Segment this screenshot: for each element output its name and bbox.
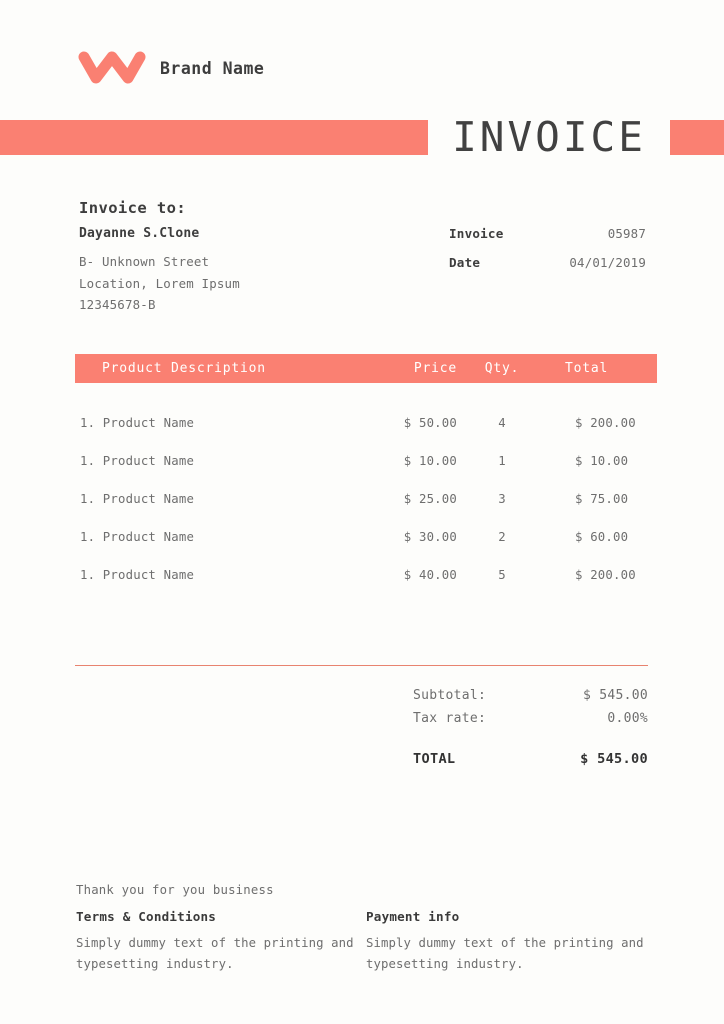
grand-total-label: TOTAL xyxy=(413,751,456,767)
brand-header: Brand Name xyxy=(78,50,264,86)
bill-to-block: Invoice to: Dayanne S.Clone B- Unknown S… xyxy=(79,199,379,316)
cell-qty: 2 xyxy=(498,530,506,544)
terms-column: Terms & Conditions Simply dummy text of … xyxy=(76,909,366,974)
cell-description: 1. Product Name xyxy=(80,492,195,506)
invoice-number-label: Invoice xyxy=(449,226,504,241)
grand-total-row: TOTAL $ 545.00 xyxy=(413,751,648,774)
cell-price: $ 50.00 xyxy=(403,416,457,430)
cell-qty: 1 xyxy=(498,454,506,468)
bill-to-address-line: Location, Lorem Ipsum xyxy=(79,275,240,291)
table-header-row: Product Description Price Qty. Total xyxy=(75,354,657,383)
tax-rate-label: Tax rate: xyxy=(413,711,487,726)
brand-name: Brand Name xyxy=(160,58,265,78)
subtotal-value: $ 545.00 xyxy=(582,688,648,703)
footer-columns: Terms & Conditions Simply dummy text of … xyxy=(76,909,656,974)
cell-total: $ 200.00 xyxy=(575,416,636,430)
bill-to-heading: Invoice to: xyxy=(79,199,187,217)
tax-rate-row: Tax rate: 0.00% xyxy=(413,711,648,734)
subtotal-row: Subtotal: $ 545.00 xyxy=(413,688,648,711)
cell-description: 1. Product Name xyxy=(80,568,195,582)
column-header-description: Product Description xyxy=(102,361,266,376)
cell-price: $ 30.00 xyxy=(403,530,457,544)
cell-price: $ 10.00 xyxy=(403,454,457,468)
cell-description: 1. Product Name xyxy=(80,530,195,544)
cell-total: $ 60.00 xyxy=(575,530,629,544)
invoice-meta-row: Invoice 05987 xyxy=(449,226,646,241)
subtotal-label: Subtotal: xyxy=(413,688,487,703)
title-band-left xyxy=(0,120,428,155)
payment-info-column: Payment info Simply dummy text of the pr… xyxy=(366,909,656,974)
table-row: 1. Product Name $ 10.00 1 $ 10.00 xyxy=(75,442,657,480)
invoice-number-value: 05987 xyxy=(607,226,646,241)
thank-you-note: Thank you for you business xyxy=(76,883,274,897)
table-row: 1. Product Name $ 50.00 4 $ 200.00 xyxy=(75,404,657,442)
column-header-price: Price xyxy=(413,361,457,376)
cell-price: $ 40.00 xyxy=(403,568,457,582)
cell-qty: 3 xyxy=(498,492,506,506)
terms-title: Terms & Conditions xyxy=(76,909,217,924)
w-zigzag-logo-icon xyxy=(78,51,146,84)
cell-description: 1. Product Name xyxy=(80,416,195,430)
cell-price: $ 25.00 xyxy=(403,492,457,506)
bill-to-address-line: 12345678-B xyxy=(79,297,156,312)
table-row: 1. Product Name $ 40.00 5 $ 200.00 xyxy=(75,556,657,594)
table-row: 1. Product Name $ 30.00 2 $ 60.00 xyxy=(75,518,657,556)
invoice-page: Brand Name INVOICE Invoice to: Dayanne S… xyxy=(0,0,724,1024)
bill-to-address-line: B- Unknown Street xyxy=(79,254,210,269)
table-body: 1. Product Name $ 50.00 4 $ 200.00 1. Pr… xyxy=(75,383,657,594)
tax-rate-value: 0.00% xyxy=(607,711,648,726)
bill-to-name: Dayanne S.Clone xyxy=(79,226,200,241)
invoice-date-value: 04/01/2019 xyxy=(569,255,646,270)
payment-info-text: Simply dummy text of the printing and ty… xyxy=(366,936,644,971)
cell-qty: 5 xyxy=(498,568,506,582)
totals-divider xyxy=(75,665,648,667)
page-title: INVOICE xyxy=(452,113,646,161)
cell-total: $ 200.00 xyxy=(575,568,636,582)
invoice-meta-row: Date 04/01/2019 xyxy=(449,255,646,270)
invoice-date-label: Date xyxy=(449,255,481,270)
invoice-meta-block: Invoice 05987 Date 04/01/2019 xyxy=(449,226,646,284)
cell-total: $ 75.00 xyxy=(575,492,629,506)
grand-total-value: $ 545.00 xyxy=(580,751,648,767)
cell-total: $ 10.00 xyxy=(575,454,629,468)
column-header-total: Total xyxy=(565,361,609,376)
payment-info-title: Payment info xyxy=(366,909,460,924)
terms-text: Simply dummy text of the printing and ty… xyxy=(76,936,354,971)
totals-block: Subtotal: $ 545.00 Tax rate: 0.00% TOTAL… xyxy=(413,688,648,774)
title-band-right xyxy=(670,120,724,155)
cell-qty: 4 xyxy=(498,416,506,430)
cell-description: 1. Product Name xyxy=(80,454,195,468)
column-header-qty: Qty. xyxy=(484,361,520,376)
line-items-table: Product Description Price Qty. Total 1. … xyxy=(75,354,657,594)
table-row: 1. Product Name $ 25.00 3 $ 75.00 xyxy=(75,480,657,518)
